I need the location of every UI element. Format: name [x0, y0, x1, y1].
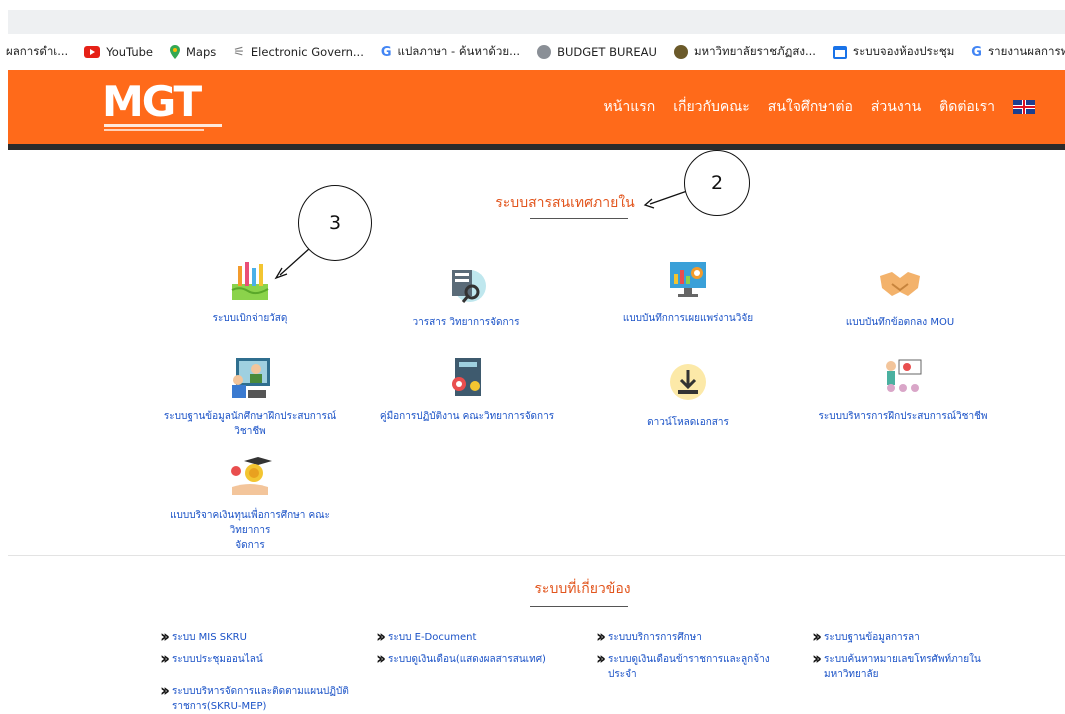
- section-divider: [8, 555, 1065, 556]
- related-link-salary[interactable]: ›› ระบบดูเงินเดือน(แสดงผลสารสนเทศ): [376, 649, 586, 669]
- address-bar-area: [8, 10, 1065, 34]
- bookmark-maps[interactable]: Maps: [169, 45, 216, 59]
- callout-3: 3: [298, 185, 372, 261]
- double-chevron-icon: ››: [596, 627, 606, 647]
- journal-search-icon: [452, 270, 486, 303]
- nav-contact[interactable]: ติดต่อเรา: [939, 96, 995, 118]
- section-underline: [530, 218, 628, 219]
- scholarship-icon: [231, 457, 272, 495]
- nav-about[interactable]: เกี่ยวกับคณะ: [673, 96, 750, 118]
- item-label: ระบบฐานข้อมูลนักศึกษาฝึกประสบการณ์วิชาชี…: [163, 411, 337, 437]
- internal-item-manual[interactable]: คู่มือการปฏิบัติงาน คณะวิทยาการจัดการ: [372, 356, 562, 424]
- budget-icon: [537, 45, 552, 59]
- item-label: แบบบันทึกข้อตกลง MOU: [845, 317, 955, 328]
- internal-item-training[interactable]: ระบบบริหารการฝึกประสบการณ์วิชาชีพ: [808, 356, 998, 424]
- bookmark-item[interactable]: ผลการดำเ...: [6, 43, 68, 61]
- item-label: ระบบเบิกจ่ายวัสดุ: [212, 313, 288, 324]
- download-icon: [670, 364, 706, 400]
- bookmark-translate[interactable]: G แปลภาษา - ค้นหาด้วย...: [381, 43, 520, 61]
- bookmark-university[interactable]: มหาวิทยาลัยราชภัฏสง...: [673, 43, 816, 61]
- related-link-phone[interactable]: ›› ระบบค้นหาหมายเลขโทรศัพท์ภายใน มหาวิทยาล…: [812, 649, 1012, 682]
- related-link-education[interactable]: ›› ระบบบริการการศึกษา: [596, 627, 796, 647]
- bookmarks-bar: ผลการดำเ... YouTube Maps ⚟ Electronic Gov…: [0, 34, 1065, 70]
- double-chevron-icon: ››: [160, 681, 170, 701]
- research-chart-icon: [670, 262, 706, 297]
- youtube-icon: [84, 46, 101, 58]
- google-icon: G: [971, 44, 982, 60]
- internal-item-journal[interactable]: วารสาร วิทยาการจัดการ: [386, 262, 546, 330]
- video-teacher-icon: [232, 358, 270, 398]
- nav-admission[interactable]: สนใจศึกษาต่อ: [768, 96, 853, 118]
- gov-icon: ⚟: [233, 44, 245, 60]
- related-link-leave[interactable]: ›› ระบบฐานข้อมูลการลา: [812, 627, 1012, 647]
- internal-item-scholarship[interactable]: แบบบริจาคเงินทุนเพื่อการศึกษา คณะวิทยากา…: [150, 455, 350, 553]
- internal-item-supplies[interactable]: ระบบเบิกจ่ายวัสดุ: [170, 258, 330, 326]
- stationery-icon: [231, 262, 269, 300]
- site-header: MGT หน้าแรก เกี่ยวกับคณะ สนใจศึกษาต่อ ส่…: [8, 70, 1065, 144]
- item-label: วารสาร วิทยาการจัดการ: [412, 317, 520, 328]
- section-title-internal: ระบบสารสนเทศภายใน: [495, 195, 635, 211]
- item-label: คู่มือการปฏิบัติงาน คณะวิทยาการจัดการ: [379, 411, 555, 422]
- nav-home[interactable]: หน้าแรก: [604, 96, 656, 118]
- section-title-related: ระบบที่เกี่ยวข้อง: [534, 581, 631, 597]
- double-chevron-icon: ››: [812, 627, 822, 647]
- related-link-meeting[interactable]: ›› ระบบประชุมออนไลน์: [160, 649, 360, 669]
- item-label: แบบบริจาคเงินทุนเพื่อการศึกษา คณะวิทยากา…: [170, 510, 330, 536]
- internal-item-research[interactable]: แบบบันทึกการเผยแพร่งานวิจัย: [598, 258, 778, 326]
- callout-2: 2: [684, 150, 750, 216]
- uk-flag-icon[interactable]: [1013, 100, 1035, 114]
- main-nav: หน้าแรก เกี่ยวกับคณะ สนใจศึกษาต่อ ส่วนงา…: [586, 96, 1035, 118]
- internal-item-download[interactable]: ดาวน์โหลดเอกสาร: [598, 362, 778, 430]
- double-chevron-icon: ››: [376, 649, 386, 669]
- related-link-edoc[interactable]: ›› ระบบ E-Document: [376, 627, 576, 647]
- bookmark-report[interactable]: Gรายงานผลการทำงานที่...: [971, 43, 1065, 61]
- item-label: ระบบบริหารการฝึกประสบการณ์วิชาชีพ: [818, 411, 988, 422]
- maps-icon: [169, 45, 180, 59]
- internal-item-student-db[interactable]: ระบบฐานข้อมูลนักศึกษาฝึกประสบการณ์วิชาชี…: [155, 356, 345, 439]
- item-label-line2: จัดการ: [235, 540, 265, 551]
- double-chevron-icon: ››: [376, 627, 386, 647]
- double-chevron-icon: ››: [596, 649, 606, 669]
- university-icon: [673, 45, 688, 59]
- handshake-icon: [880, 272, 920, 296]
- nav-departments[interactable]: ส่วนงาน: [871, 96, 921, 118]
- bookmark-youtube[interactable]: YouTube: [84, 45, 153, 59]
- internal-item-mou[interactable]: แบบบันทึกข้อตกลง MOU: [820, 262, 980, 330]
- double-chevron-icon: ››: [812, 649, 822, 669]
- header-shadow: [8, 144, 1065, 150]
- google-icon: G: [380, 44, 392, 60]
- bookmark-egov[interactable]: ⚟ Electronic Govern...: [233, 45, 364, 60]
- manual-book-icon: [452, 358, 481, 396]
- browser-top: [0, 0, 1065, 10]
- related-link-salary-staff[interactable]: ›› ระบบดูเงินเดือนข้าราชการและลูกจ้าง ประจ…: [596, 649, 796, 682]
- related-link-mis[interactable]: ›› ระบบ MIS SKRU: [160, 627, 360, 647]
- item-label: แบบบันทึกการเผยแพร่งานวิจัย: [622, 313, 754, 324]
- mgt-logo[interactable]: MGT: [102, 81, 222, 133]
- double-chevron-icon: ››: [160, 649, 170, 669]
- double-chevron-icon: ››: [160, 627, 170, 647]
- item-label: ดาวน์โหลดเอกสาร: [647, 417, 729, 428]
- bookmark-budget[interactable]: BUDGET BUREAU: [537, 45, 657, 59]
- bookmark-meeting-room[interactable]: ระบบจองห้องประชุม: [832, 43, 954, 61]
- calendar-icon: [832, 45, 847, 59]
- related-link-mep[interactable]: ›› ระบบบริหารจัดการและติดตามแผนปฏิบัติ ราช…: [160, 681, 380, 714]
- section-underline: [530, 606, 628, 607]
- training-presentation-icon: [886, 359, 922, 392]
